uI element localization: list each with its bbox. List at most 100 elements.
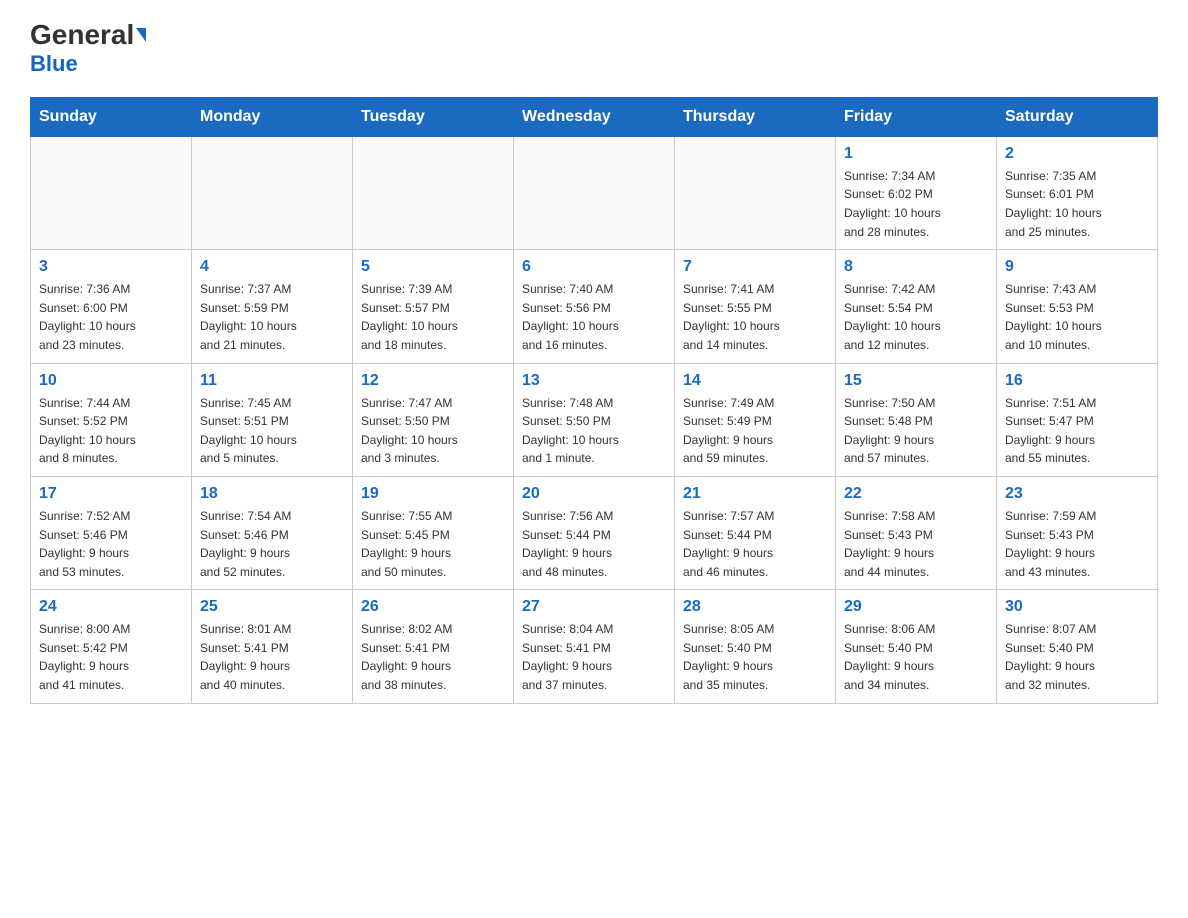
calendar-cell: 16 Sunrise: 7:51 AMSunset: 5:47 PMDayligh… bbox=[997, 363, 1158, 476]
calendar-cell: 4Sunrise: 7:37 AMSunset: 5:59 PMDaylight… bbox=[192, 250, 353, 363]
calendar-cell: 15 Sunrise: 7:50 AMSunset: 5:48 PMDayligh… bbox=[836, 363, 997, 476]
day-info: Sunrise: 7:42 AMSunset: 5:54 PMDaylight:… bbox=[844, 280, 988, 354]
day-info: Sunrise: 8:01 AMSunset: 5:41 PMDaylight:… bbox=[200, 620, 344, 694]
calendar-cell: 21 Sunrise: 7:57 AMSunset: 5:44 PMDayligh… bbox=[675, 476, 836, 589]
day-number: 14 bbox=[683, 372, 827, 390]
calendar-cell: 25 Sunrise: 8:01 AMSunset: 5:41 PMDayligh… bbox=[192, 590, 353, 703]
weekday-header-thursday: Thursday bbox=[675, 97, 836, 136]
day-number: 29 bbox=[844, 598, 988, 616]
day-number: 3 bbox=[39, 258, 183, 276]
logo: General Blue bbox=[30, 20, 146, 77]
day-info: Sunrise: 8:07 AMSunset: 5:40 PMDaylight:… bbox=[1005, 620, 1149, 694]
day-number: 12 bbox=[361, 372, 505, 390]
calendar-cell: 24Sunrise: 8:00 AMSunset: 5:42 PMDayligh… bbox=[31, 590, 192, 703]
day-number: 25 bbox=[200, 598, 344, 616]
calendar-cell: 17 Sunrise: 7:52 AMSunset: 5:46 PMDayligh… bbox=[31, 476, 192, 589]
day-info: Sunrise: 7:35 AMSunset: 6:01 PMDaylight:… bbox=[1005, 167, 1149, 241]
day-info: Sunrise: 7:41 AMSunset: 5:55 PMDaylight:… bbox=[683, 280, 827, 354]
day-number: 5 bbox=[361, 258, 505, 276]
day-number: 17 bbox=[39, 485, 183, 503]
day-number: 22 bbox=[844, 485, 988, 503]
logo-triangle-icon bbox=[136, 28, 146, 42]
page-header: General Blue bbox=[30, 20, 1158, 77]
day-info: Sunrise: 7:59 AMSunset: 5:43 PMDaylight:… bbox=[1005, 507, 1149, 581]
day-info: Sunrise: 7:57 AMSunset: 5:44 PMDaylight:… bbox=[683, 507, 827, 581]
calendar-cell: 10 Sunrise: 7:44 AMSunset: 5:52 PMDayligh… bbox=[31, 363, 192, 476]
week-row-1: 3 Sunrise: 7:36 AMSunset: 6:00 PMDaylight… bbox=[31, 250, 1158, 363]
day-number: 7 bbox=[683, 258, 827, 276]
day-number: 26 bbox=[361, 598, 505, 616]
calendar-cell: 18 Sunrise: 7:54 AMSunset: 5:46 PMDayligh… bbox=[192, 476, 353, 589]
calendar-cell bbox=[514, 136, 675, 249]
day-info: Sunrise: 7:50 AMSunset: 5:48 PMDaylight:… bbox=[844, 394, 988, 468]
day-number: 4 bbox=[200, 258, 344, 276]
calendar-cell: 5 Sunrise: 7:39 AMSunset: 5:57 PMDaylight… bbox=[353, 250, 514, 363]
calendar-cell: 8Sunrise: 7:42 AMSunset: 5:54 PMDaylight… bbox=[836, 250, 997, 363]
week-row-2: 10 Sunrise: 7:44 AMSunset: 5:52 PMDayligh… bbox=[31, 363, 1158, 476]
calendar-cell: 12 Sunrise: 7:47 AMSunset: 5:50 PMDayligh… bbox=[353, 363, 514, 476]
day-info: Sunrise: 7:43 AMSunset: 5:53 PMDaylight:… bbox=[1005, 280, 1149, 354]
day-info: Sunrise: 7:56 AMSunset: 5:44 PMDaylight:… bbox=[522, 507, 666, 581]
day-number: 6 bbox=[522, 258, 666, 276]
calendar-cell: 11Sunrise: 7:45 AMSunset: 5:51 PMDayligh… bbox=[192, 363, 353, 476]
calendar-cell: 20 Sunrise: 7:56 AMSunset: 5:44 PMDayligh… bbox=[514, 476, 675, 589]
weekday-header-tuesday: Tuesday bbox=[353, 97, 514, 136]
day-info: Sunrise: 7:39 AMSunset: 5:57 PMDaylight:… bbox=[361, 280, 505, 354]
day-number: 10 bbox=[39, 372, 183, 390]
day-number: 23 bbox=[1005, 485, 1149, 503]
weekday-header-sunday: Sunday bbox=[31, 97, 192, 136]
calendar-cell: 3 Sunrise: 7:36 AMSunset: 6:00 PMDaylight… bbox=[31, 250, 192, 363]
calendar-cell: 2 Sunrise: 7:35 AMSunset: 6:01 PMDaylight… bbox=[997, 136, 1158, 249]
weekday-header-monday: Monday bbox=[192, 97, 353, 136]
day-number: 30 bbox=[1005, 598, 1149, 616]
calendar-cell: 1 Sunrise: 7:34 AMSunset: 6:02 PMDaylight… bbox=[836, 136, 997, 249]
calendar-cell bbox=[31, 136, 192, 249]
day-info: Sunrise: 7:34 AMSunset: 6:02 PMDaylight:… bbox=[844, 167, 988, 241]
day-number: 19 bbox=[361, 485, 505, 503]
day-number: 9 bbox=[1005, 258, 1149, 276]
calendar-cell: 29 Sunrise: 8:06 AMSunset: 5:40 PMDayligh… bbox=[836, 590, 997, 703]
calendar-cell: 19 Sunrise: 7:55 AMSunset: 5:45 PMDayligh… bbox=[353, 476, 514, 589]
day-number: 21 bbox=[683, 485, 827, 503]
day-number: 15 bbox=[844, 372, 988, 390]
week-row-3: 17 Sunrise: 7:52 AMSunset: 5:46 PMDayligh… bbox=[31, 476, 1158, 589]
calendar-cell: 27Sunrise: 8:04 AMSunset: 5:41 PMDayligh… bbox=[514, 590, 675, 703]
day-number: 13 bbox=[522, 372, 666, 390]
calendar-cell bbox=[353, 136, 514, 249]
calendar-cell: 13Sunrise: 7:48 AMSunset: 5:50 PMDayligh… bbox=[514, 363, 675, 476]
calendar-cell: 23 Sunrise: 7:59 AMSunset: 5:43 PMDayligh… bbox=[997, 476, 1158, 589]
weekday-header-saturday: Saturday bbox=[997, 97, 1158, 136]
week-row-4: 24Sunrise: 8:00 AMSunset: 5:42 PMDayligh… bbox=[31, 590, 1158, 703]
day-info: Sunrise: 7:36 AMSunset: 6:00 PMDaylight:… bbox=[39, 280, 183, 354]
day-info: Sunrise: 8:05 AMSunset: 5:40 PMDaylight:… bbox=[683, 620, 827, 694]
day-info: Sunrise: 8:04 AMSunset: 5:41 PMDaylight:… bbox=[522, 620, 666, 694]
calendar-cell: 22 Sunrise: 7:58 AMSunset: 5:43 PMDayligh… bbox=[836, 476, 997, 589]
logo-general: General bbox=[30, 20, 134, 51]
day-info: Sunrise: 7:44 AMSunset: 5:52 PMDaylight:… bbox=[39, 394, 183, 468]
calendar-cell: 7 Sunrise: 7:41 AMSunset: 5:55 PMDaylight… bbox=[675, 250, 836, 363]
day-number: 24 bbox=[39, 598, 183, 616]
day-info: Sunrise: 7:55 AMSunset: 5:45 PMDaylight:… bbox=[361, 507, 505, 581]
logo-blue: Blue bbox=[30, 51, 78, 76]
calendar-cell: 28 Sunrise: 8:05 AMSunset: 5:40 PMDayligh… bbox=[675, 590, 836, 703]
day-number: 2 bbox=[1005, 145, 1149, 163]
weekday-header-friday: Friday bbox=[836, 97, 997, 136]
calendar-cell bbox=[192, 136, 353, 249]
day-info: Sunrise: 7:47 AMSunset: 5:50 PMDaylight:… bbox=[361, 394, 505, 468]
day-info: Sunrise: 7:58 AMSunset: 5:43 PMDaylight:… bbox=[844, 507, 988, 581]
day-info: Sunrise: 7:52 AMSunset: 5:46 PMDaylight:… bbox=[39, 507, 183, 581]
calendar-table: SundayMondayTuesdayWednesdayThursdayFrid… bbox=[30, 97, 1158, 704]
day-number: 20 bbox=[522, 485, 666, 503]
day-info: Sunrise: 7:51 AMSunset: 5:47 PMDaylight:… bbox=[1005, 394, 1149, 468]
weekday-header-row: SundayMondayTuesdayWednesdayThursdayFrid… bbox=[31, 97, 1158, 136]
day-info: Sunrise: 7:49 AMSunset: 5:49 PMDaylight:… bbox=[683, 394, 827, 468]
day-info: Sunrise: 7:54 AMSunset: 5:46 PMDaylight:… bbox=[200, 507, 344, 581]
day-number: 16 bbox=[1005, 372, 1149, 390]
calendar-cell: 9 Sunrise: 7:43 AMSunset: 5:53 PMDaylight… bbox=[997, 250, 1158, 363]
day-info: Sunrise: 8:06 AMSunset: 5:40 PMDaylight:… bbox=[844, 620, 988, 694]
day-info: Sunrise: 8:02 AMSunset: 5:41 PMDaylight:… bbox=[361, 620, 505, 694]
calendar-cell: 14 Sunrise: 7:49 AMSunset: 5:49 PMDayligh… bbox=[675, 363, 836, 476]
day-number: 28 bbox=[683, 598, 827, 616]
day-number: 1 bbox=[844, 145, 988, 163]
day-number: 18 bbox=[200, 485, 344, 503]
